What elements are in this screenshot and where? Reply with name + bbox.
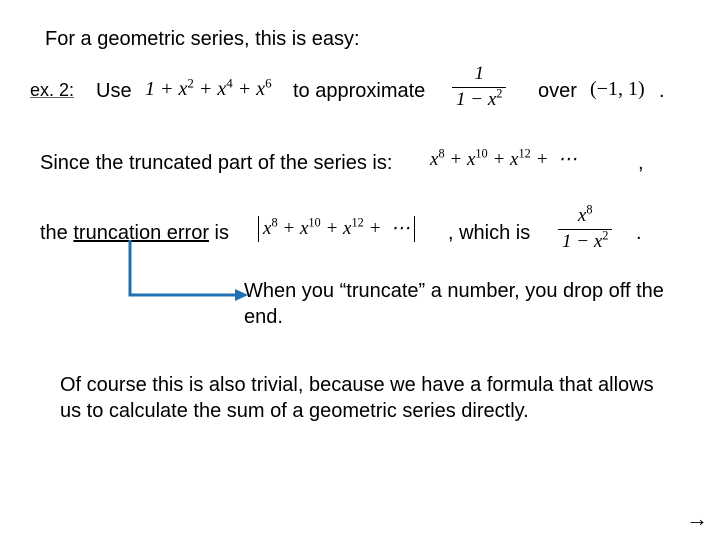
frac2-num: x8 bbox=[558, 204, 612, 229]
closing-text: Of course this is also trivial, because … bbox=[60, 372, 660, 424]
frac1-den: 1 − x2 bbox=[452, 87, 506, 113]
next-arrow-icon[interactable]: → bbox=[686, 506, 708, 532]
ex2-use: Use bbox=[96, 78, 132, 104]
example-label: ex. 2: bbox=[30, 80, 74, 101]
frac2-den: 1 − x2 bbox=[558, 229, 612, 255]
math-interval: (−1, 1) bbox=[590, 76, 645, 102]
trunc-period: . bbox=[636, 220, 642, 246]
ex2-to-approximate: to approximate bbox=[293, 78, 425, 104]
math-tail-series: x8 + x10 + x12 + ⋯ bbox=[430, 148, 577, 173]
math-fraction-error: x8 1 − x2 bbox=[558, 204, 612, 254]
math-abs-series: x8 + x10 + x12 + ⋯ bbox=[256, 216, 417, 242]
since-comma: , bbox=[638, 150, 644, 176]
ex2-period: . bbox=[659, 78, 665, 104]
math-polynomial: 1 + x2 + x4 + x6 bbox=[145, 76, 272, 102]
trunc-prefix: the bbox=[40, 222, 73, 244]
math-fraction-target: 1 1 − x2 bbox=[452, 62, 506, 112]
trunc-which: , which is bbox=[448, 220, 530, 246]
callout-arrow bbox=[120, 240, 250, 310]
since-text: Since the truncated part of the series i… bbox=[40, 150, 392, 176]
slide: For a geometric series, this is easy: ex… bbox=[0, 0, 720, 540]
ex2-over: over bbox=[538, 78, 577, 104]
frac1-num: 1 bbox=[452, 62, 506, 87]
intro-text: For a geometric series, this is easy: bbox=[45, 26, 360, 52]
callout-text: When you “truncate” a number, you drop o… bbox=[244, 278, 664, 330]
